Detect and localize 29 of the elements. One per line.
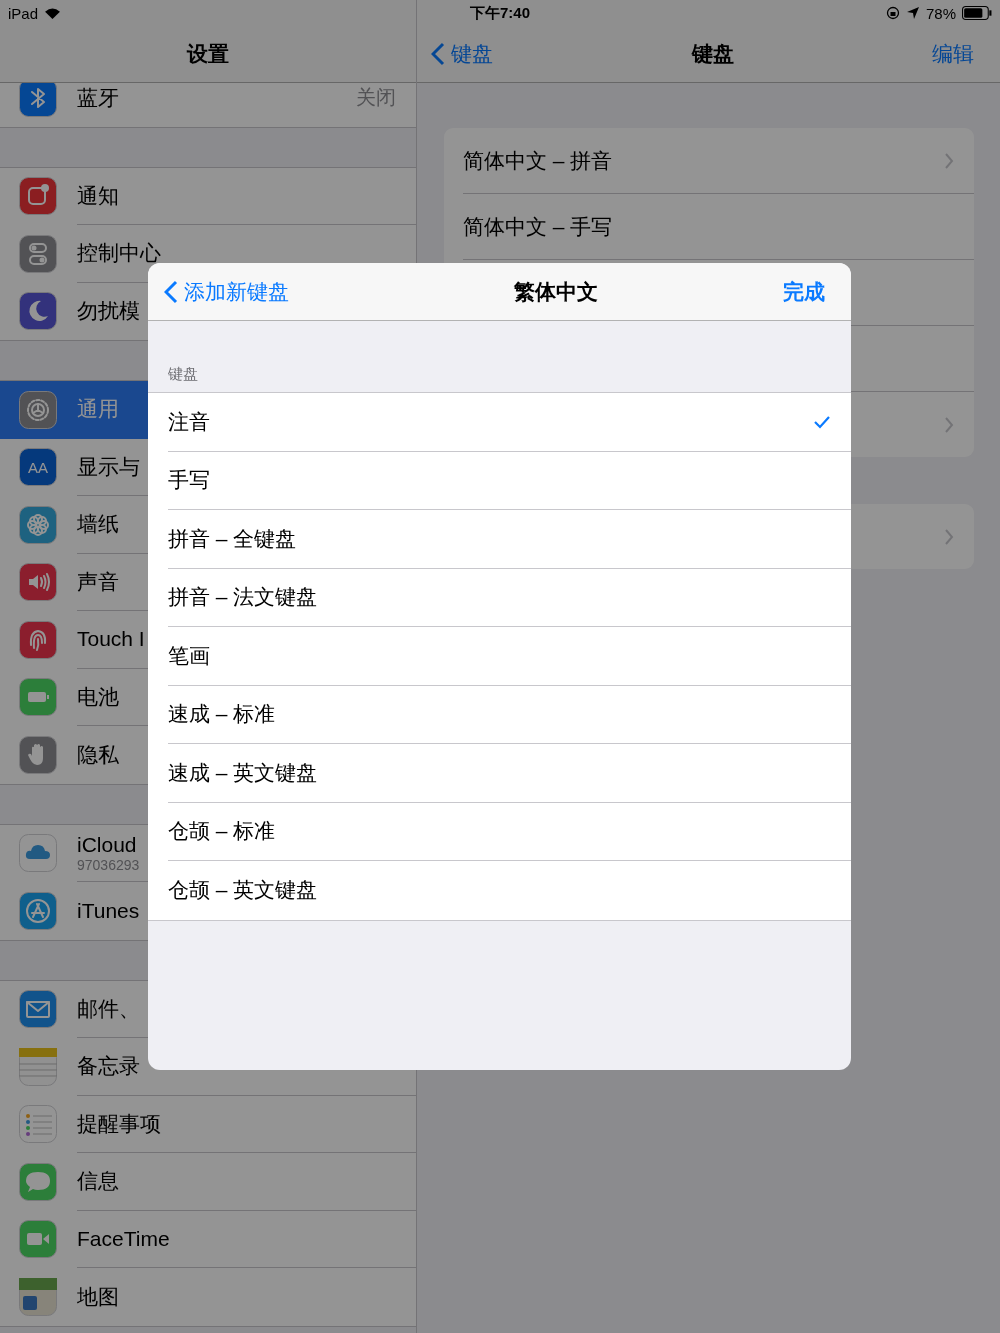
item-label: 墙纸: [77, 511, 119, 538]
item-label: 备忘录: [77, 1053, 140, 1080]
item-label: 通知: [77, 182, 119, 209]
nav-title: 设置: [187, 41, 229, 67]
sheet-title: 繁体中文: [514, 278, 598, 305]
battery-percent: 78%: [925, 4, 956, 22]
item-label: 勿扰模: [77, 298, 140, 325]
device-name: iPad: [8, 4, 39, 22]
item-label: 邮件、: [77, 995, 140, 1022]
item-label: 电池: [77, 683, 119, 710]
item-label: 控制中心: [77, 240, 161, 267]
item-label: 提醒事项: [77, 1110, 161, 1137]
item-value: 关闭: [356, 85, 396, 111]
item-label: 通用: [77, 396, 119, 423]
item-label: iTunes: [77, 898, 140, 923]
item-label: 地图: [77, 1283, 119, 1310]
item-label: 声音: [77, 568, 119, 595]
nav-title: 键盘: [691, 41, 734, 67]
section-header: 键盘: [168, 365, 198, 384]
item-subtitle: 97036293: [77, 856, 140, 873]
item-label: FaceTime: [77, 1226, 170, 1251]
item-label: 信息: [77, 1168, 119, 1195]
item-label: iCloud: [77, 832, 138, 857]
item-label: 蓝牙: [77, 84, 119, 111]
item-label: 隐私: [77, 741, 119, 768]
item-label: 显示与: [77, 453, 140, 480]
status-time: 下午7:40: [470, 3, 530, 23]
letters-icon: AA: [19, 448, 57, 487]
item-label: Touch I: [77, 627, 145, 652]
